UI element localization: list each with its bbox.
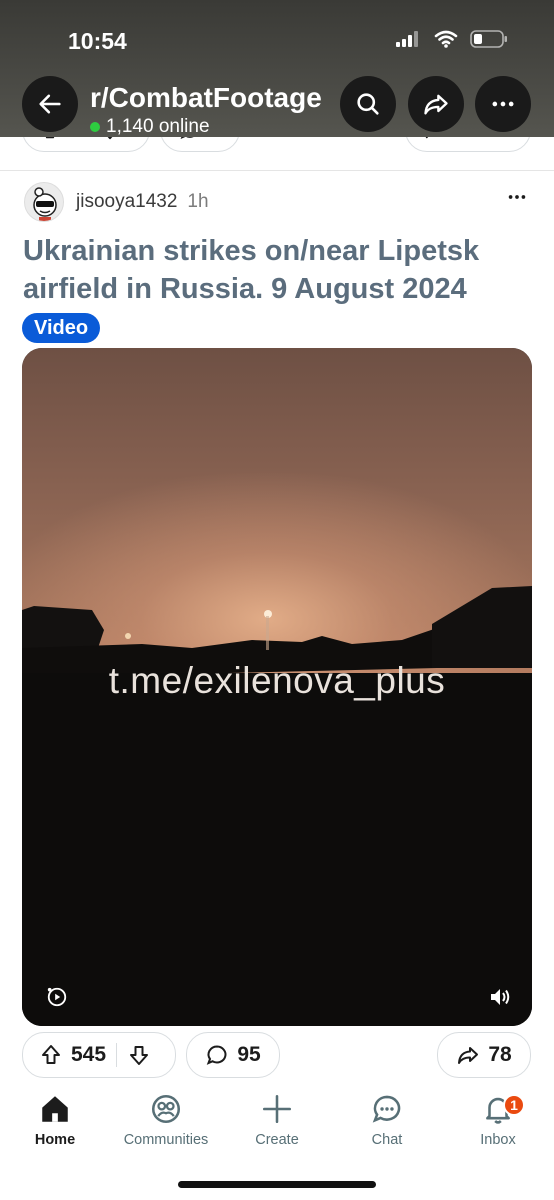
downvote-icon[interactable]	[127, 1043, 151, 1067]
post-flair[interactable]: Video	[22, 313, 101, 343]
wifi-icon	[434, 30, 458, 48]
status-time: 10:54	[68, 28, 127, 54]
vote-pill: 545	[22, 1032, 176, 1078]
speaker-icon	[491, 989, 510, 1005]
plus-icon	[262, 1094, 292, 1124]
nav-communities[interactable]: Communities	[111, 1092, 221, 1148]
post-age: 1h	[187, 191, 209, 212]
share-sub-button[interactable]	[408, 76, 464, 132]
communities-icon	[151, 1094, 181, 1124]
subreddit-header: 10:54 r/CombatFootage 1,140 online	[0, 0, 554, 137]
home-icon	[42, 1096, 68, 1122]
chat-icon	[372, 1095, 401, 1123]
share-icon	[424, 94, 448, 115]
vote-divider	[116, 1043, 118, 1067]
video-feed-icon	[47, 987, 67, 1007]
mute-button[interactable]	[488, 986, 510, 1008]
avatar[interactable]	[24, 182, 64, 222]
video-mode-button[interactable]	[46, 986, 68, 1008]
signal-icon	[396, 31, 418, 47]
upvote-count: 545	[71, 1043, 107, 1066]
ellipsis-icon	[492, 101, 514, 107]
battery-icon	[470, 30, 507, 48]
inbox-badge: 1	[503, 1094, 525, 1116]
nav-chat[interactable]: Chat	[332, 1092, 442, 1148]
back-button[interactable]	[22, 76, 78, 132]
online-dot-icon	[90, 122, 100, 132]
comment-count: 95	[237, 1043, 261, 1066]
video-player[interactable]: t.me/exilenova_plus	[22, 348, 532, 1026]
nav-home[interactable]: Home	[0, 1092, 110, 1148]
comment-icon	[207, 1045, 227, 1065]
online-indicator: 1,140 online	[90, 116, 210, 138]
nav-chat-label: Chat	[371, 1132, 403, 1148]
share-count: 78	[488, 1043, 512, 1066]
ellipsis-icon	[508, 195, 526, 199]
back-arrow-icon	[39, 94, 61, 114]
search-button[interactable]	[340, 76, 396, 132]
nav-inbox-label: Inbox	[480, 1132, 516, 1148]
upvote-icon[interactable]	[39, 1043, 63, 1067]
nav-create-label: Create	[255, 1132, 299, 1148]
share-button[interactable]: 78	[437, 1032, 531, 1078]
nav-create[interactable]: Create	[222, 1092, 332, 1148]
video-watermark: t.me/exilenova_plus	[108, 660, 446, 701]
more-options-button[interactable]	[475, 76, 531, 132]
post-divider	[0, 170, 554, 171]
snoo-avatar-icon	[33, 187, 57, 221]
subreddit-name[interactable]: r/CombatFootage	[90, 82, 325, 114]
home-indicator	[178, 1181, 376, 1188]
post-title[interactable]: Ukrainian strikes on/near Lipetsk airfie…	[23, 232, 533, 308]
post-more-button[interactable]	[506, 186, 528, 214]
nav-home-label: Home	[34, 1132, 76, 1148]
nav-inbox[interactable]: 1 Inbox	[443, 1092, 553, 1148]
post-author-row: jisooya1432 1h	[24, 180, 534, 224]
author-name[interactable]: jisooya1432	[76, 191, 177, 213]
search-icon	[357, 93, 379, 115]
status-icons	[396, 30, 508, 48]
online-count: 1,140 online	[106, 116, 210, 137]
share-icon	[458, 1047, 479, 1064]
comment-button[interactable]: 95	[186, 1032, 280, 1078]
post-actions: 545 95 78	[0, 1032, 554, 1078]
nav-communities-label: Communities	[123, 1132, 209, 1148]
